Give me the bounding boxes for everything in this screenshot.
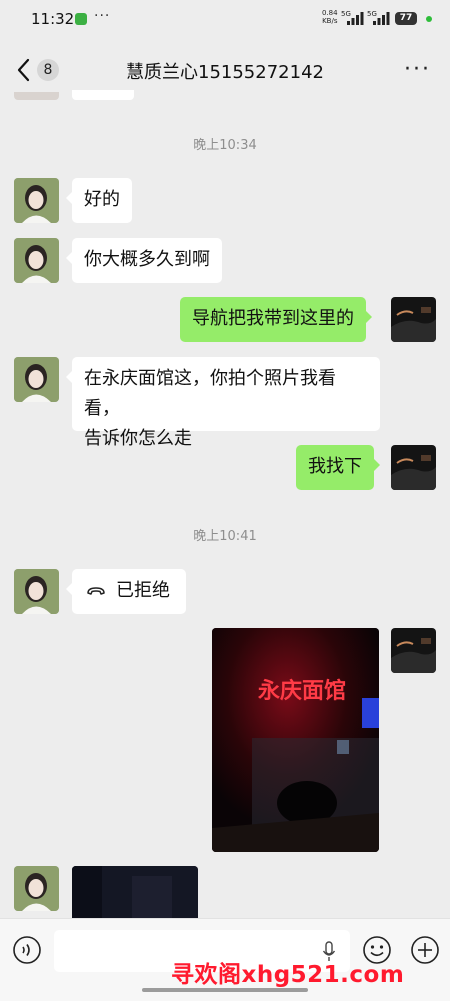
contact-avatar[interactable]: [14, 357, 59, 402]
privacy-indicator-dot: [426, 16, 432, 22]
chat-header: 8 慧质兰心15155272142 ···: [0, 38, 450, 102]
sent-photo[interactable]: 永庆面馆: [212, 628, 379, 852]
message-text: 好的: [84, 189, 120, 210]
watermark: 寻欢阁xhg521.com: [171, 962, 405, 988]
signal-icon-1: [347, 12, 364, 25]
plus-icon[interactable]: [410, 935, 440, 965]
message-text: 我找下: [308, 456, 362, 477]
message-text: 你大概多久到啊: [84, 249, 210, 270]
more-notifications-icon: ···: [94, 8, 111, 24]
received-photo[interactable]: [72, 866, 198, 918]
contact-avatar[interactable]: [14, 866, 59, 911]
status-time: 11:32: [31, 10, 75, 28]
self-avatar[interactable]: [391, 445, 436, 490]
photo-dark-street: [72, 866, 198, 918]
message-text: 在永庆面馆这，你拍个照片我看看，: [84, 368, 336, 419]
voice-input-icon[interactable]: [12, 935, 42, 965]
message-bubble-incoming[interactable]: 好的: [66, 178, 132, 223]
message-bubble-outgoing[interactable]: 我找下: [296, 445, 380, 490]
self-avatar[interactable]: [391, 297, 436, 342]
timestamp: 晚上10:41: [193, 529, 257, 544]
chat-title: 慧质兰心15155272142: [126, 62, 324, 83]
previous-message-fragment: [72, 90, 134, 100]
phone-hangup-icon: [87, 587, 105, 595]
call-record-bubble[interactable]: 已拒绝: [66, 569, 186, 614]
contact-avatar[interactable]: [14, 178, 59, 223]
message-bubble-outgoing[interactable]: 导航把我带到这里的: [180, 297, 372, 342]
photo-night-storefront: 永庆面馆: [212, 628, 379, 852]
more-options-icon[interactable]: ···: [404, 59, 431, 81]
contact-avatar[interactable]: [14, 238, 59, 283]
network-speed: 0.84 KB/s: [322, 9, 338, 25]
timestamp: 晚上10:34: [193, 138, 257, 153]
wechat-notification-icon: [75, 13, 87, 25]
previous-avatar-fragment: [14, 92, 59, 100]
home-indicator[interactable]: [142, 988, 308, 992]
contact-avatar[interactable]: [14, 569, 59, 614]
status-bar: 11:32 ··· 0.84 KB/s 5G 5G 77: [0, 0, 450, 38]
photo-sign-text: 永庆面馆: [258, 678, 346, 704]
self-avatar[interactable]: [391, 628, 436, 673]
call-status-text: 已拒绝: [116, 580, 170, 601]
message-bubble-incoming[interactable]: 在永庆面馆这，你拍个照片我看看， 告诉你怎么走: [66, 357, 380, 449]
message-text: 导航把我带到这里的: [192, 308, 354, 329]
signal-icon-2: [373, 12, 390, 25]
message-bubble-incoming[interactable]: 你大概多久到啊: [66, 238, 222, 283]
battery-icon: 77: [395, 12, 417, 25]
